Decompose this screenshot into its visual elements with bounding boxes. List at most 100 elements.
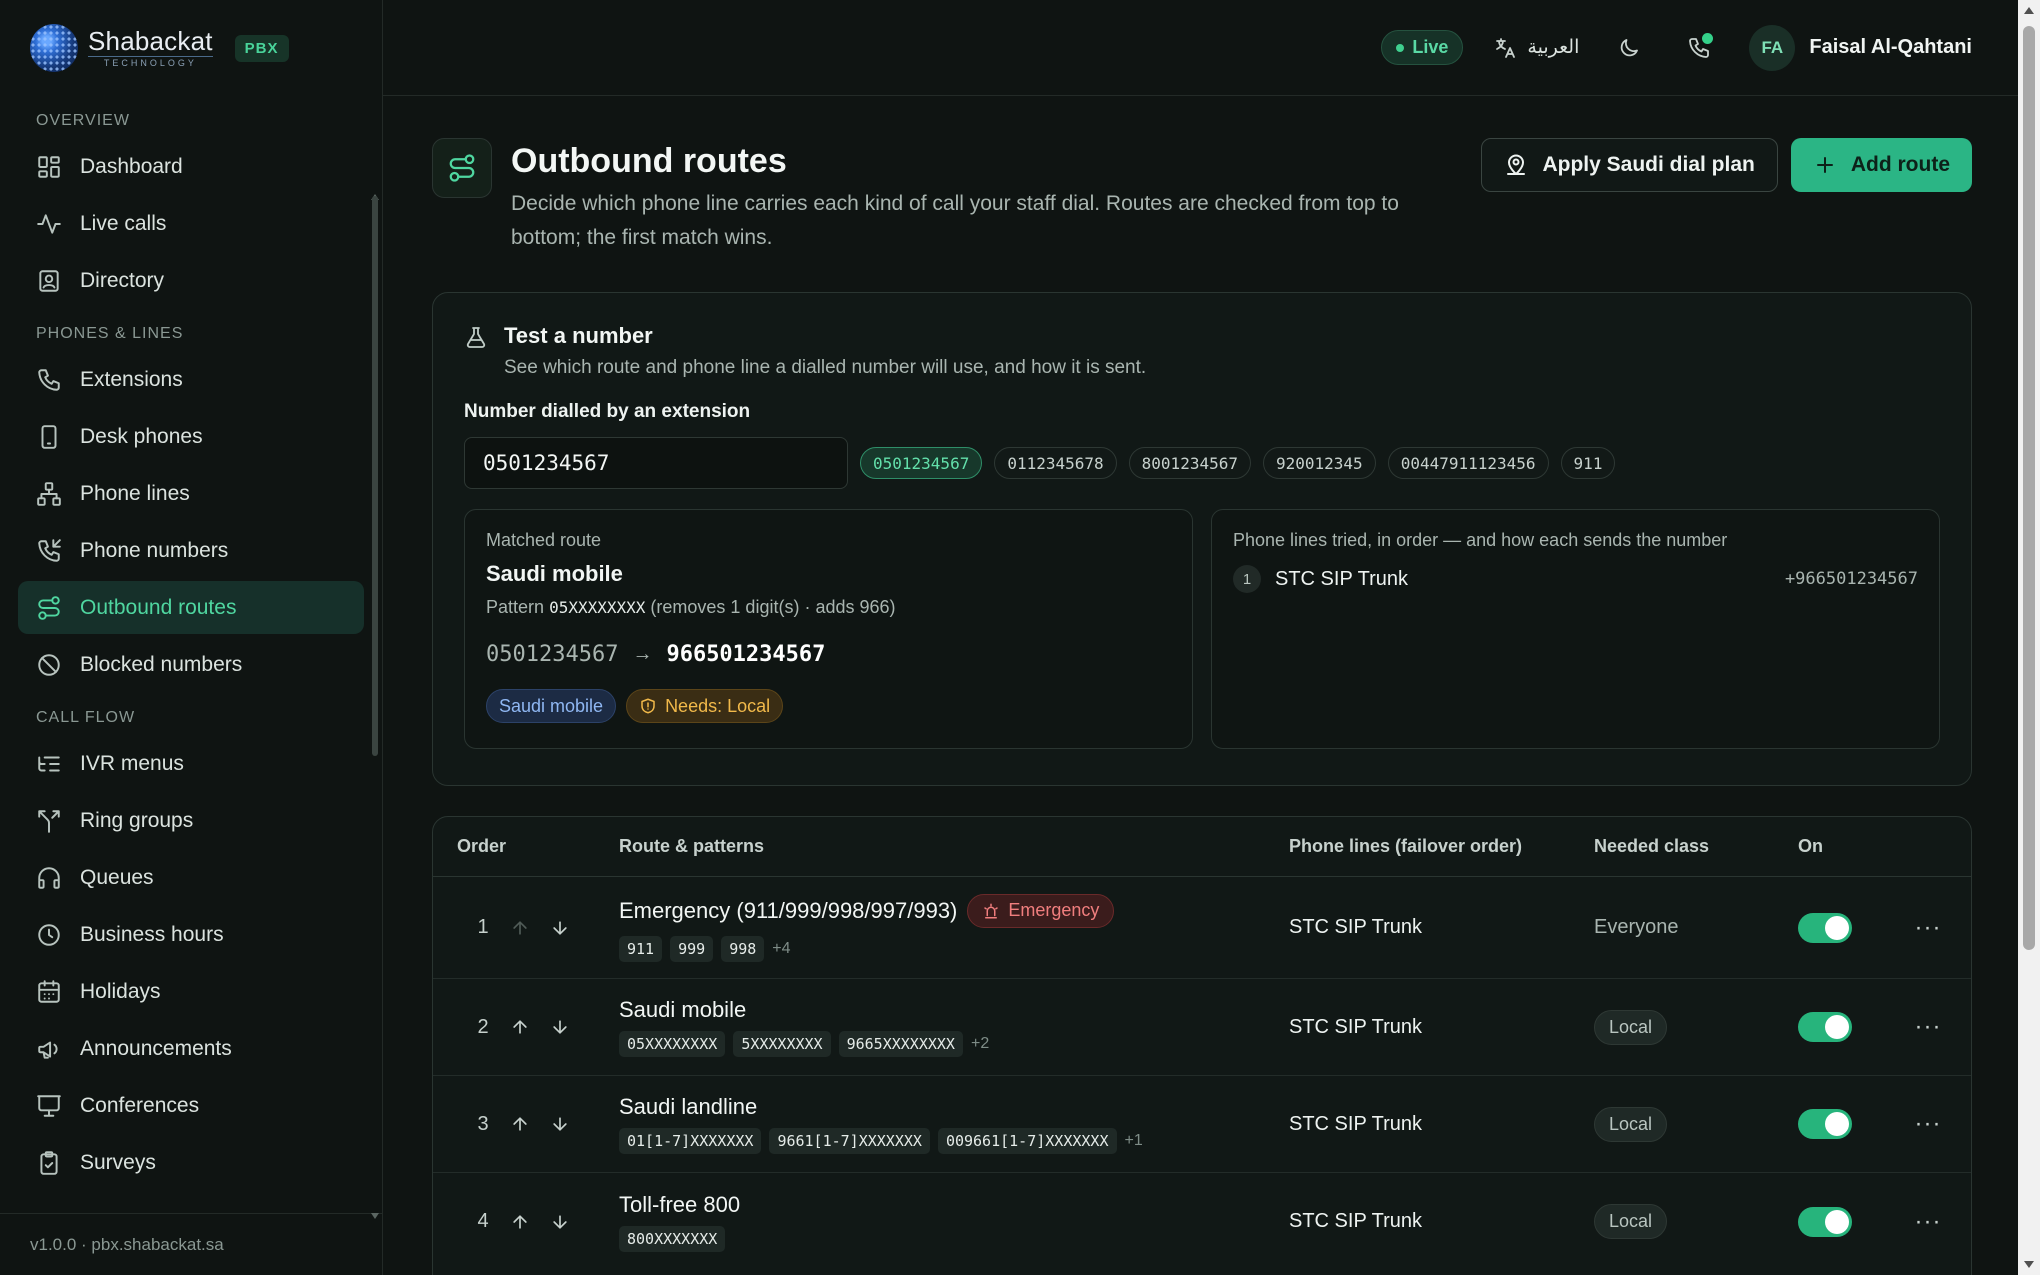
sidebar-item-ring-groups[interactable]: Ring groups [18, 794, 364, 847]
sidebar-item-queues[interactable]: Queues [18, 851, 364, 904]
table-row[interactable]: 4 Toll-free 800 800XXXXXXX STC SIP Trunk… [433, 1173, 1971, 1270]
sample-number-chip[interactable]: 8001234567 [1128, 447, 1251, 479]
more-actions-icon[interactable]: ··· [1915, 1015, 1942, 1039]
sidebar-item-ivr-menus[interactable]: IVR menus [18, 737, 364, 790]
move-up-button[interactable] [507, 915, 533, 941]
moon-icon [1621, 38, 1639, 56]
move-up-button[interactable] [507, 1111, 533, 1137]
page-title: Outbound routes [511, 142, 787, 180]
avatar: FA [1749, 24, 1796, 71]
scroll-down-arrow[interactable] [2024, 1261, 2034, 1268]
sidebar-item-business-hours[interactable]: Business hours [18, 908, 364, 961]
apply-dial-plan-button[interactable]: Apply Saudi dial plan [1481, 138, 1778, 192]
sample-number-chip[interactable]: 0112345678 [994, 447, 1117, 479]
pattern-chip: 5XXXXXXXX [733, 1031, 831, 1057]
nav-section-title: PHONES & LINES [36, 325, 184, 342]
sample-number-chip[interactable]: 920012345 [1262, 447, 1376, 479]
route-enabled-toggle[interactable] [1798, 1206, 1852, 1237]
route-enabled-toggle[interactable] [1798, 912, 1852, 943]
sample-number-chip[interactable]: 00447911123456 [1387, 447, 1549, 479]
route-name[interactable]: Emergency (911/999/998/997/993) [619, 898, 957, 924]
scroll-up-arrow[interactable] [2024, 7, 2034, 14]
route-name[interactable]: Saudi landline [619, 1094, 757, 1120]
pattern-chip: 01[1-7]XXXXXXX [619, 1128, 762, 1154]
brand[interactable]: Shabackat TECHNOLOGY PBX [0, 0, 382, 96]
more-actions-icon[interactable]: ··· [1915, 915, 1942, 940]
table-header: Order Route & patterns Phone lines (fail… [433, 817, 1971, 877]
col-on: On [1798, 836, 1823, 856]
sidebar-item-live-calls[interactable]: Live calls [18, 197, 364, 250]
arrow-right-icon: → [632, 643, 653, 665]
number-transform: 0501234567 → 966501234567 [486, 642, 1171, 667]
sidebar-item-announcements[interactable]: Announcements [18, 1022, 364, 1075]
route-name[interactable]: Saudi mobile [619, 997, 746, 1023]
pattern-chip: 009661[1-7]XXXXXXX [937, 1128, 1117, 1154]
sidebar-item-blocked-numbers[interactable]: Blocked numbers [18, 638, 364, 691]
order-number: 4 [477, 1210, 489, 1232]
language-label: العربية [1527, 37, 1580, 58]
matched-route-name: Saudi mobile [486, 561, 623, 586]
move-down-button[interactable] [547, 1111, 573, 1137]
sidebar-item-directory[interactable]: Directory [18, 254, 364, 307]
route-enabled-toggle[interactable] [1798, 1109, 1852, 1139]
sidebar-item-outbound-routes[interactable]: Outbound routes [18, 581, 364, 634]
page-scrollbar[interactable] [2018, 0, 2040, 1275]
sidebar-item-holidays[interactable]: Holidays [18, 965, 364, 1018]
softphone-button[interactable] [1679, 28, 1719, 68]
test-subtitle: See which route and phone line a dialled… [504, 357, 1147, 378]
sidebar-item-label: Desk phones [80, 424, 203, 448]
clipboard-check-icon [40, 1150, 58, 1175]
table-row[interactable]: 1 Emergency (911/999/998/997/993) Emerge… [433, 877, 1971, 979]
scrollbar-thumb[interactable] [2023, 26, 2035, 950]
theme-toggle-button[interactable] [1609, 28, 1649, 68]
user-menu[interactable]: FA Faisal Al-Qahtani [1749, 24, 1972, 71]
original-number: 0501234567 [486, 642, 619, 667]
live-label: Live [1412, 37, 1449, 57]
live-dot [1396, 43, 1405, 52]
dialled-number-input[interactable] [464, 437, 848, 489]
grid-icon [38, 155, 60, 178]
table-row[interactable]: 3 Saudi landline 01[1-7]XXXXXXX 9661[1-7… [433, 1076, 1971, 1173]
more-actions-icon[interactable]: ··· [1915, 1112, 1942, 1136]
sent-number: +966501234567 [1784, 569, 1918, 589]
route-enabled-toggle[interactable] [1798, 1012, 1852, 1042]
sidebar-item-extensions[interactable]: Extensions [18, 353, 364, 406]
sidebar-item-phone-numbers[interactable]: Phone numbers [18, 524, 364, 577]
sidebar-item-phone-lines[interactable]: Phone lines [18, 467, 364, 520]
route-name[interactable]: Toll-free 800 [619, 1192, 740, 1218]
more-patterns: +1 [1124, 1132, 1143, 1149]
lines-tried-label: Phone lines tried, in order — and how ea… [1233, 530, 1728, 550]
sidebar-item-dashboard[interactable]: Dashboard [18, 140, 364, 193]
map-pin-user-icon [1507, 154, 1526, 175]
live-status-badge: Live [1381, 30, 1464, 65]
move-up-button[interactable] [507, 1014, 533, 1040]
sample-number-chip[interactable]: 911 [1560, 447, 1616, 479]
add-route-button[interactable]: Add route [1790, 138, 1972, 192]
sidebar-item-label: Announcements [80, 1036, 232, 1060]
table-row[interactable]: 2 Saudi mobile 05XXXXXXXX 5XXXXXXXX 9665… [433, 979, 1971, 1076]
sidebar-item-desk-phones[interactable]: Desk phones [18, 410, 364, 463]
pattern-code: 05XXXXXXXX [549, 598, 646, 617]
matched-route-panel: Matched route Saudi mobile Pattern 05XXX… [464, 509, 1193, 749]
main-area: Live العربية FA Faisal Al-Qahtani Outbou… [383, 0, 2040, 1275]
more-actions-icon[interactable]: ··· [1915, 1209, 1942, 1234]
sidebar-scroll-down[interactable] [371, 1213, 379, 1219]
sidebar-item-label: Outbound routes [80, 595, 237, 619]
line-attempt-row: 1 STC SIP Trunk +966501234567 [1233, 565, 1918, 593]
step-number: 1 [1233, 565, 1261, 593]
arrow-up-icon [513, 1214, 527, 1229]
contact-book-icon [39, 269, 59, 292]
language-toggle[interactable]: العربية [1493, 36, 1579, 60]
move-down-button[interactable] [547, 1209, 573, 1235]
move-up-button[interactable] [507, 1209, 533, 1235]
logo [30, 24, 78, 72]
topbar: Live العربية FA Faisal Al-Qahtani [383, 0, 2040, 96]
sample-number-chip[interactable]: 0501234567 [860, 447, 983, 479]
sidebar-item-surveys[interactable]: Surveys [18, 1136, 364, 1189]
move-down-button[interactable] [547, 915, 573, 941]
move-down-button[interactable] [547, 1014, 573, 1040]
page-description: Decide which phone line carries each kin… [511, 192, 1399, 249]
more-patterns: +2 [970, 1035, 990, 1052]
sidebar-item-conferences[interactable]: Conferences [18, 1079, 364, 1132]
sidebar-scrollbar[interactable] [372, 196, 378, 756]
